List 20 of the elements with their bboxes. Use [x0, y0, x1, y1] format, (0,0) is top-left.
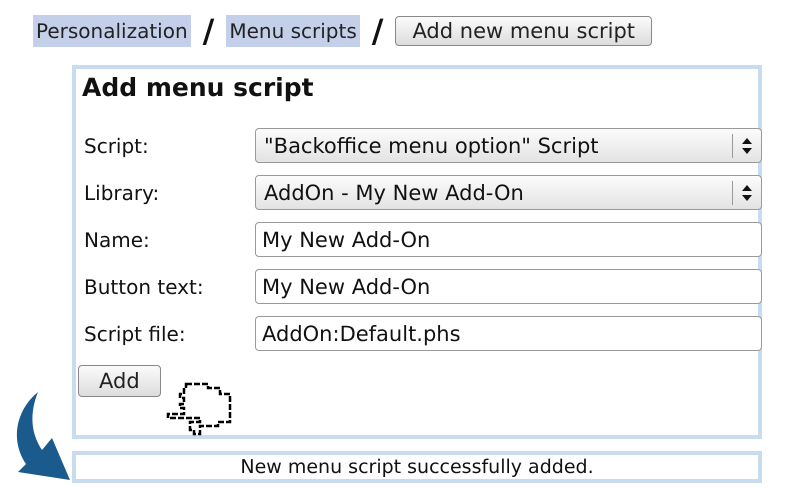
up-down-arrows-icon [741, 184, 753, 202]
panel-title: Add menu script [81, 72, 315, 102]
field-label: Library: [84, 180, 160, 204]
input-field[interactable]: My New Add-On [255, 222, 762, 257]
up-down-arrows-icon [741, 136, 753, 154]
breadcrumb-link[interactable]: Menu scripts [226, 15, 360, 47]
dropdown[interactable]: "Backoffice menu option" Script [255, 128, 762, 163]
input-field[interactable]: AddOn:Default.phs [255, 316, 762, 351]
breadcrumb-separator: / [370, 12, 384, 50]
dropdown[interactable]: AddOn - My New Add-On [255, 175, 762, 210]
breadcrumb-link[interactable]: Personalization [33, 15, 191, 47]
input-field[interactable]: My New Add-On [255, 269, 762, 304]
success-message: New menu script successfully added. [240, 456, 594, 478]
breadcrumb-separator: / [202, 12, 216, 50]
field-label: Name: [84, 228, 151, 252]
field-label: Script: [84, 134, 150, 158]
add-new-menu-script-button[interactable]: Add new menu script [395, 16, 652, 46]
field-label: Button text: [84, 274, 205, 298]
add-button[interactable]: Add [78, 365, 161, 397]
field-label: Script file: [84, 322, 187, 346]
